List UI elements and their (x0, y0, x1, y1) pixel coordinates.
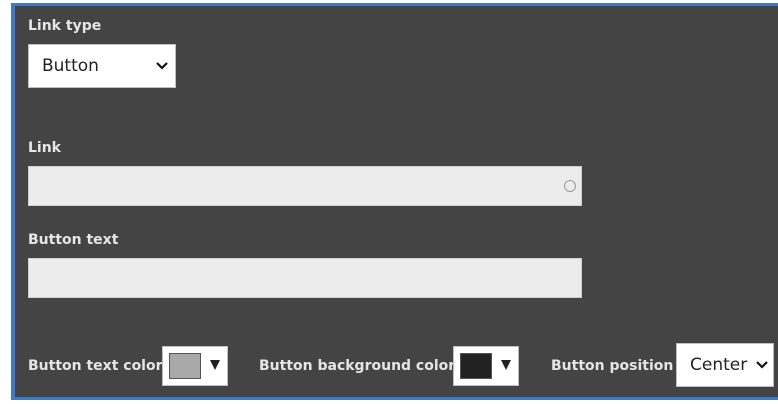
loading-ring-icon (564, 180, 576, 192)
button-text-color-picker[interactable] (162, 346, 228, 386)
button-background-color-label: Button background color (259, 358, 456, 374)
link-settings-panel: Link type Button Link Button text Button… (11, 3, 778, 400)
button-position-select[interactable]: Center (676, 343, 774, 387)
button-position-selected-value: Center (690, 355, 748, 375)
link-type-label: Link type (28, 18, 102, 34)
button-text-input[interactable] (28, 258, 582, 298)
button-text-color-label: Button text color (28, 358, 163, 374)
button-background-color-swatch (460, 353, 492, 379)
dropdown-triangle-icon (210, 360, 220, 370)
chevron-down-icon (755, 358, 769, 372)
link-label: Link (28, 140, 61, 156)
dropdown-triangle-icon (501, 360, 511, 370)
link-input[interactable] (28, 166, 582, 206)
link-type-select[interactable]: Button (28, 44, 176, 88)
link-type-selected-value: Button (42, 56, 99, 76)
chevron-down-icon (155, 59, 169, 73)
button-background-color-picker[interactable] (453, 346, 519, 386)
button-position-label: Button position (551, 358, 674, 374)
button-text-color-swatch (169, 353, 201, 379)
button-text-label: Button text (28, 232, 119, 248)
